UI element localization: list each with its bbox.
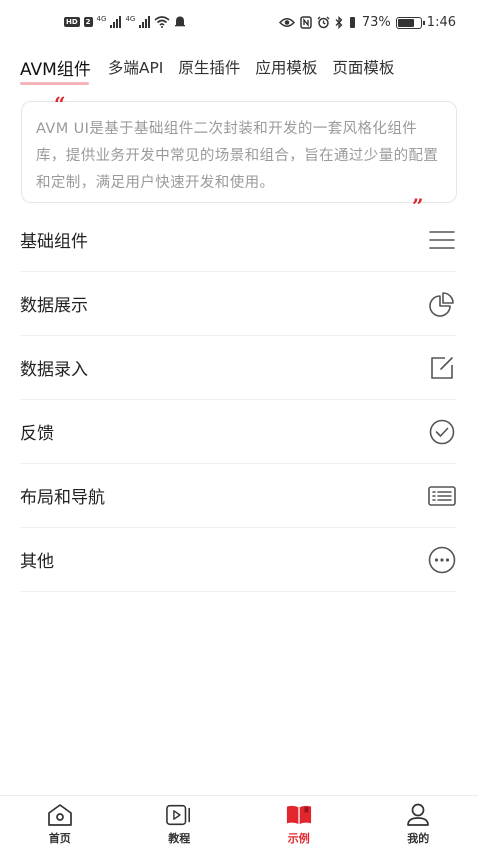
list-item-others[interactable]: 其他 <box>20 528 456 592</box>
list-item-basic-components[interactable]: 基础组件 <box>20 208 456 272</box>
tab-multi-api[interactable]: 多端API <box>108 56 164 78</box>
nav-mine[interactable]: 我的 <box>359 796 478 850</box>
eye-icon <box>278 18 295 27</box>
edit-icon <box>428 354 456 382</box>
status-left: HD 2 4G 4G <box>64 15 186 28</box>
signal-icon <box>110 15 122 28</box>
hd-badge: HD <box>64 16 80 27</box>
category-tabs: AVM组件 多端API 原生插件 应用模板 页面模板 <box>20 52 470 85</box>
alarm-icon <box>317 16 330 29</box>
bottom-navigation: 首页 教程 示例 我的 <box>0 795 478 850</box>
nav-label: 教程 <box>168 832 191 845</box>
tab-native-plugins[interactable]: 原生插件 <box>178 56 240 78</box>
list-item-label: 其他 <box>20 552 54 572</box>
battery-percent: 73% <box>361 15 391 30</box>
nav-label: 首页 <box>48 832 71 845</box>
battery-icon <box>395 16 425 29</box>
list-item-label: 基础组件 <box>20 232 88 252</box>
tab-app-templates[interactable]: 应用模板 <box>255 56 317 78</box>
menu-icon <box>428 226 456 254</box>
layout-list-icon <box>428 482 456 510</box>
description-text: AVM UI是基于基础组件二次封装和开发的一套风格化组件库，提供业务开发中常见的… <box>36 121 439 191</box>
list-item-label: 反馈 <box>20 424 54 444</box>
vibrate-icon <box>349 17 355 28</box>
video-icon <box>166 802 192 828</box>
list-item-feedback[interactable]: 反馈 <box>20 400 456 464</box>
open-quote-mark: “ <box>54 92 66 116</box>
more-circle-icon <box>428 546 456 574</box>
description-card: AVM UI是基于基础组件二次封装和开发的一套风格化组件库，提供业务开发中常见的… <box>21 101 457 203</box>
notification-bell-icon <box>175 16 186 27</box>
nav-examples[interactable]: 示例 <box>239 796 359 850</box>
status-right: 73% 1:46 <box>278 15 456 30</box>
nfc-icon <box>300 16 312 29</box>
signal-icon <box>139 15 151 28</box>
list-item-label: 数据展示 <box>20 296 88 316</box>
pie-chart-icon <box>428 290 456 318</box>
tab-page-templates[interactable]: 页面模板 <box>332 56 394 78</box>
bluetooth-icon <box>335 16 343 29</box>
nav-tutorials[interactable]: 教程 <box>120 796 240 850</box>
network-type-1: 4G <box>96 15 107 23</box>
list-item-label: 数据录入 <box>20 360 88 380</box>
list-item-data-input[interactable]: 数据录入 <box>20 336 456 400</box>
wifi-icon <box>154 15 170 28</box>
status-bar: HD 2 4G 4G 73% 1:46 <box>0 0 478 46</box>
clock: 1:46 <box>426 15 456 30</box>
nav-home[interactable]: 首页 <box>0 796 120 850</box>
tab-avm-components[interactable]: AVM组件 <box>20 55 91 85</box>
list-item-data-display[interactable]: 数据展示 <box>20 272 456 336</box>
check-circle-icon <box>428 418 456 446</box>
nav-label: 示例 <box>287 832 310 845</box>
nav-label: 我的 <box>407 832 430 845</box>
component-category-list: 基础组件 数据展示 数据录入 反馈 布局和导航 其他 <box>20 208 456 592</box>
sim-badge: 2 <box>83 16 93 27</box>
list-item-label: 布局和导航 <box>20 488 105 508</box>
book-icon <box>286 802 312 828</box>
user-icon <box>405 802 431 828</box>
home-icon <box>47 802 73 828</box>
list-item-layout-navigation[interactable]: 布局和导航 <box>20 464 456 528</box>
network-type-2: 4G <box>125 15 136 23</box>
